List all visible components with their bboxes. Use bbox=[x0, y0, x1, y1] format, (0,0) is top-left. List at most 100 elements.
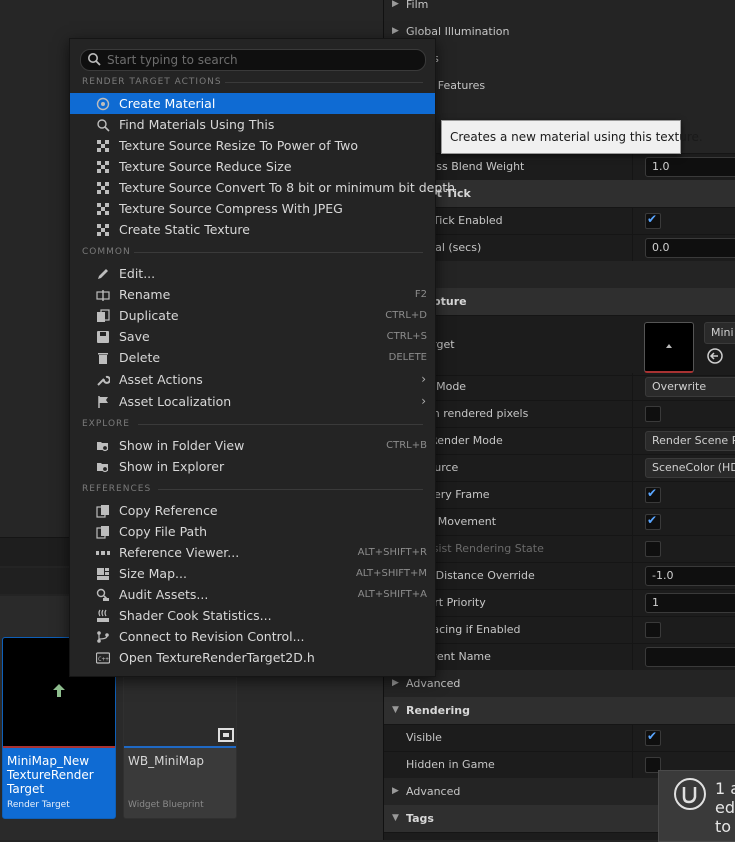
menu-item-texture-source-resize-to-power-of-two[interactable]: Texture Source Resize To Power of Two bbox=[70, 135, 435, 156]
menu-item-label: Size Map... bbox=[119, 566, 187, 581]
property-value bbox=[632, 400, 735, 427]
details-row: ering Features bbox=[384, 72, 735, 100]
folder-search-icon bbox=[97, 442, 109, 452]
texture-icon bbox=[97, 140, 109, 152]
menu-item-audit-assets[interactable]: Audit Assets... ALT+SHIFT+A bbox=[70, 584, 435, 605]
menu-item-asset-localization[interactable]: Asset Localization › bbox=[70, 391, 435, 412]
details-row[interactable]: ▼ Rendering bbox=[384, 697, 735, 725]
menu-item-label: Create Static Texture bbox=[119, 222, 250, 237]
menu-item-shader-cook-statistics[interactable]: Shader Cook Statistics... bbox=[70, 605, 435, 626]
checkbox[interactable] bbox=[645, 729, 661, 746]
checkbox[interactable] bbox=[645, 513, 661, 530]
checkbox[interactable] bbox=[645, 212, 661, 229]
checkbox[interactable] bbox=[645, 541, 661, 557]
menu-item-create-material[interactable]: Create Material bbox=[70, 93, 435, 114]
menu-item-reference-viewer[interactable]: Reference Viewer... ALT+SHIFT+R bbox=[70, 542, 435, 563]
audit-icon bbox=[96, 588, 109, 601]
dropdown[interactable]: SceneColor (HDR bbox=[645, 458, 735, 478]
duplicate-icon bbox=[97, 309, 110, 322]
menu-item-show-in-explorer[interactable]: Show in Explorer bbox=[70, 456, 435, 477]
menu-item-label: Reference Viewer... bbox=[119, 545, 240, 560]
menu-item-label: Create Material bbox=[119, 96, 216, 111]
sizemap-icon bbox=[97, 568, 109, 580]
branch-icon bbox=[97, 631, 109, 643]
expand-down-icon[interactable]: ▼ bbox=[392, 805, 399, 832]
expand-down-icon[interactable]: ▼ bbox=[392, 697, 399, 724]
details-row[interactable]: ▶ Advanced bbox=[384, 670, 735, 698]
submenu-arrow-icon: › bbox=[421, 372, 426, 386]
details-row: s Persist Rendering State bbox=[384, 535, 735, 563]
collapse-right-icon[interactable]: ▶ bbox=[392, 778, 399, 805]
menu-item-delete[interactable]: Delete DELETE bbox=[70, 347, 435, 368]
details-row: re Every Frame bbox=[384, 481, 735, 509]
copy-icon bbox=[96, 505, 109, 518]
menu-item-texture-source-convert-to-8-bit-or-minimum-bit-depth[interactable]: Texture Source Convert To 8 bit or minim… bbox=[70, 177, 455, 198]
menu-item-label: Shader Cook Statistics... bbox=[119, 608, 272, 623]
number-field[interactable]: 1 bbox=[645, 593, 735, 613]
menu-item-open-texturerendertarget2d-h[interactable]: C++ Open TextureRenderTarget2D.h bbox=[70, 647, 435, 668]
menu-item-rename[interactable]: Rename F2 bbox=[70, 284, 435, 305]
number-field[interactable]: 0.0 bbox=[645, 238, 735, 258]
texture-icon bbox=[97, 224, 109, 236]
property-value: SceneColor (HDR bbox=[632, 454, 735, 481]
menu-item-find-materials-using-this[interactable]: Find Materials Using This bbox=[70, 114, 435, 135]
details-row: osite Mode Overwrite bbox=[384, 373, 735, 401]
number-field[interactable] bbox=[645, 647, 735, 667]
menu-item-save[interactable]: Save CTRL+S bbox=[70, 326, 435, 347]
texture-icon bbox=[97, 182, 109, 194]
dropdown[interactable]: Overwrite bbox=[645, 377, 735, 397]
checkbox[interactable] bbox=[645, 622, 661, 638]
collapse-right-icon[interactable]: ▶ bbox=[392, 0, 399, 18]
menu-item-edit[interactable]: Edit... bbox=[70, 263, 435, 284]
menu-search-box[interactable]: Start typing to search bbox=[80, 49, 426, 71]
number-field[interactable]: 1.0 bbox=[645, 157, 735, 177]
menu-item-label: Copy Reference bbox=[119, 503, 218, 518]
property-name: Hidden in Game bbox=[406, 758, 495, 771]
details-row: ay Tracing if Enabled bbox=[384, 616, 735, 644]
menu-section-header-references: REFERENCES bbox=[82, 484, 423, 494]
material-icon bbox=[96, 97, 110, 111]
menu-section-title: RENDER TARGET ACTIONS bbox=[82, 77, 222, 87]
menu-item-label: Delete bbox=[119, 350, 161, 365]
menu-item-label: Rename bbox=[119, 287, 171, 302]
menu-item-copy-reference[interactable]: Copy Reference bbox=[70, 500, 435, 521]
details-row[interactable]: ▶ Film bbox=[384, 0, 735, 19]
code-icon: C++ bbox=[96, 652, 110, 664]
search-icon bbox=[97, 119, 110, 132]
checkbox[interactable] bbox=[645, 486, 661, 503]
details-row[interactable]: e Capture bbox=[384, 288, 735, 316]
menu-item-show-in-folder-view[interactable]: Show in Folder View CTRL+B bbox=[70, 435, 435, 456]
menu-item-label: Edit... bbox=[119, 266, 156, 281]
menu-item-copy-file-path[interactable]: Copy File Path bbox=[70, 521, 435, 542]
checkbox[interactable] bbox=[645, 406, 661, 422]
menu-item-texture-source-compress-with-jpeg[interactable]: Texture Source Compress With JPEG bbox=[70, 198, 435, 219]
details-row: nced bbox=[384, 261, 735, 289]
render-target-asset-picker[interactable]: Mini bbox=[704, 322, 735, 344]
menu-item-label: Audit Assets... bbox=[119, 587, 209, 602]
save-icon bbox=[97, 331, 109, 343]
details-row: ng Event Name bbox=[384, 643, 735, 671]
menu-item-texture-source-reduce-size[interactable]: Texture Source Reduce Size bbox=[70, 156, 435, 177]
menu-item-connect-to-revision-control[interactable]: Connect to Revision Control... bbox=[70, 626, 435, 647]
menu-section-header-common: COMMON bbox=[82, 247, 423, 257]
submenu-arrow-icon: › bbox=[421, 394, 426, 408]
menu-item-asset-actions[interactable]: Asset Actions › bbox=[70, 369, 435, 390]
menu-item-size-map[interactable]: Size Map... ALT+SHIFT+M bbox=[70, 563, 435, 584]
menu-item-create-static-texture[interactable]: Create Static Texture bbox=[70, 219, 435, 240]
menu-item-shortcut: CTRL+B bbox=[386, 440, 427, 451]
menu-item-label: Connect to Revision Control... bbox=[119, 629, 305, 644]
menu-item-duplicate[interactable]: Duplicate CTRL+D bbox=[70, 305, 435, 326]
number-field[interactable]: -1.0 bbox=[645, 566, 735, 586]
render-target-thumbnail[interactable] bbox=[644, 322, 694, 373]
texture-icon bbox=[97, 161, 109, 173]
browse-arrow-icon[interactable] bbox=[707, 348, 723, 364]
copy-icon bbox=[96, 526, 109, 539]
details-row[interactable]: ▶ Global Illumination bbox=[384, 18, 735, 46]
menu-section-title: EXPLORE bbox=[82, 419, 130, 429]
search-icon bbox=[88, 53, 101, 66]
property-value bbox=[632, 481, 735, 508]
property-name: Film bbox=[406, 0, 429, 11]
arrow-up-icon bbox=[666, 344, 672, 348]
notification-toast[interactable]: 1 a edi to bbox=[658, 770, 735, 842]
dropdown[interactable]: Render Scene Pr bbox=[645, 431, 735, 451]
